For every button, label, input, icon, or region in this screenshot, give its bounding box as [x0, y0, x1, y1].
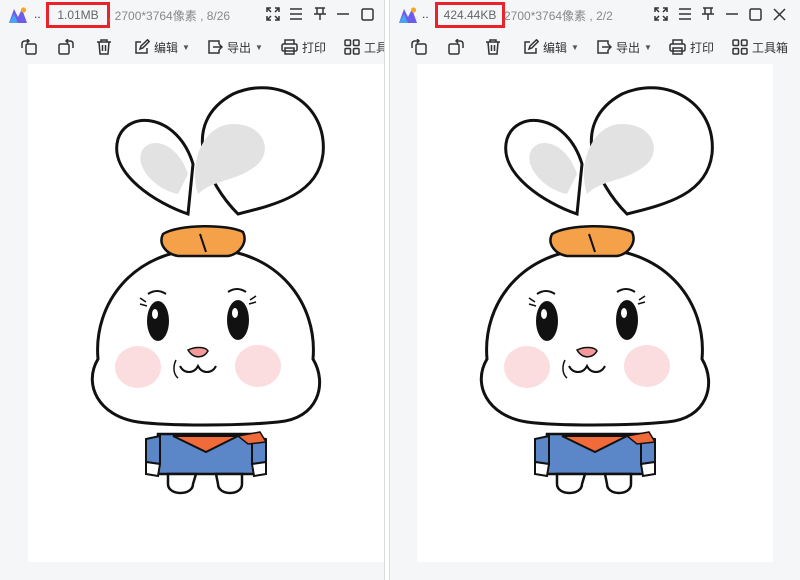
chevron-down-icon: ▼ — [644, 42, 652, 52]
rotate-right-icon — [58, 39, 74, 55]
edit-button[interactable]: 编辑 ▼ — [523, 36, 579, 58]
export-icon — [208, 40, 223, 54]
rabbit-illustration — [28, 64, 384, 562]
maximize-icon — [360, 7, 374, 21]
chevron-down-icon: ▼ — [182, 42, 190, 52]
export-icon — [597, 40, 612, 54]
edit-label: 编辑 — [543, 40, 568, 55]
fullscreen-button[interactable] — [264, 5, 282, 23]
menu-icon — [679, 8, 691, 20]
edit-label: 编辑 — [154, 40, 179, 55]
export-button[interactable]: 导出 ▼ — [207, 36, 263, 58]
app-logo-icon — [399, 7, 417, 23]
toolbox-icon — [344, 39, 360, 55]
pin-button[interactable] — [311, 5, 329, 23]
rotate-right-button[interactable] — [447, 36, 465, 58]
right-viewer-window: .. 424.44KB 2700*3764像素 , 2/2 编辑 ▼ 导出 ▼ … — [390, 0, 800, 580]
print-label: 打印 — [690, 40, 715, 55]
fullscreen-icon — [654, 7, 668, 21]
edit-icon — [135, 39, 150, 54]
toolbox-label: 工具 — [364, 40, 384, 55]
menu-icon — [290, 8, 302, 20]
edit-button[interactable]: 编辑 ▼ — [134, 36, 190, 58]
minimize-button[interactable] — [723, 5, 741, 23]
chevron-down-icon: ▼ — [571, 42, 579, 52]
rotate-right-button[interactable] — [57, 36, 75, 58]
fullscreen-icon — [266, 7, 280, 21]
minimize-button[interactable] — [334, 5, 352, 23]
delete-button[interactable] — [96, 36, 112, 58]
print-button[interactable]: 打印 — [669, 36, 714, 58]
minimize-icon — [726, 13, 738, 15]
maximize-button[interactable] — [746, 5, 764, 23]
rotate-left-icon — [411, 39, 427, 55]
toolbox-button[interactable]: 工具箱 — [732, 36, 788, 58]
rotate-left-icon — [21, 39, 37, 55]
rotate-left-button[interactable] — [20, 36, 38, 58]
app-logo-icon — [9, 7, 27, 23]
file-size-highlight: 424.44KB — [435, 2, 505, 28]
close-icon — [772, 7, 786, 21]
left-title-bar: .. 1.01MB , 2700*3764像素 , 8/26 — [0, 0, 384, 30]
close-button[interactable] — [770, 5, 788, 23]
file-name-truncated: .. — [34, 7, 41, 21]
left-viewer-window: .. 1.01MB , 2700*3764像素 , 8/26 编辑 ▼ 导出 ▼… — [0, 0, 384, 580]
right-toolbar: 编辑 ▼ 导出 ▼ 打印 工具箱 — [390, 30, 800, 64]
file-size-highlight: 1.01MB — [46, 2, 110, 28]
print-icon — [281, 39, 298, 55]
print-button[interactable]: 打印 — [281, 36, 326, 58]
delete-button[interactable] — [485, 36, 501, 58]
image-info: 2700*3764像素 , 2/2 — [504, 9, 613, 23]
menu-button[interactable] — [676, 5, 694, 23]
minimize-icon — [337, 13, 349, 15]
rotate-right-icon — [448, 39, 464, 55]
export-label: 导出 — [616, 40, 641, 55]
right-image-canvas — [417, 64, 773, 562]
toolbox-button[interactable]: 工具 — [344, 36, 384, 58]
rotate-left-button[interactable] — [410, 36, 428, 58]
delete-icon — [97, 39, 111, 55]
rabbit-illustration — [417, 64, 773, 562]
pin-button[interactable] — [699, 5, 717, 23]
toolbox-label: 工具箱 — [752, 40, 789, 55]
export-button[interactable]: 导出 ▼ — [596, 36, 652, 58]
maximize-icon — [748, 7, 762, 21]
right-title-bar: .. 424.44KB 2700*3764像素 , 2/2 — [390, 0, 800, 30]
edit-icon — [524, 39, 539, 54]
chevron-down-icon: ▼ — [255, 42, 263, 52]
toolbox-icon — [732, 39, 748, 55]
fullscreen-button[interactable] — [652, 5, 670, 23]
print-icon — [669, 39, 686, 55]
image-info: , 2700*3764像素 , 8/26 — [108, 9, 231, 23]
delete-icon — [486, 39, 500, 55]
pin-icon — [702, 7, 714, 20]
print-label: 打印 — [302, 40, 327, 55]
export-label: 导出 — [227, 40, 252, 55]
left-image-canvas — [28, 64, 384, 562]
file-name-truncated: .. — [422, 7, 429, 21]
maximize-button[interactable] — [358, 5, 376, 23]
left-toolbar: 编辑 ▼ 导出 ▼ 打印 工具 — [0, 30, 384, 64]
menu-button[interactable] — [287, 5, 305, 23]
pin-icon — [314, 7, 326, 20]
